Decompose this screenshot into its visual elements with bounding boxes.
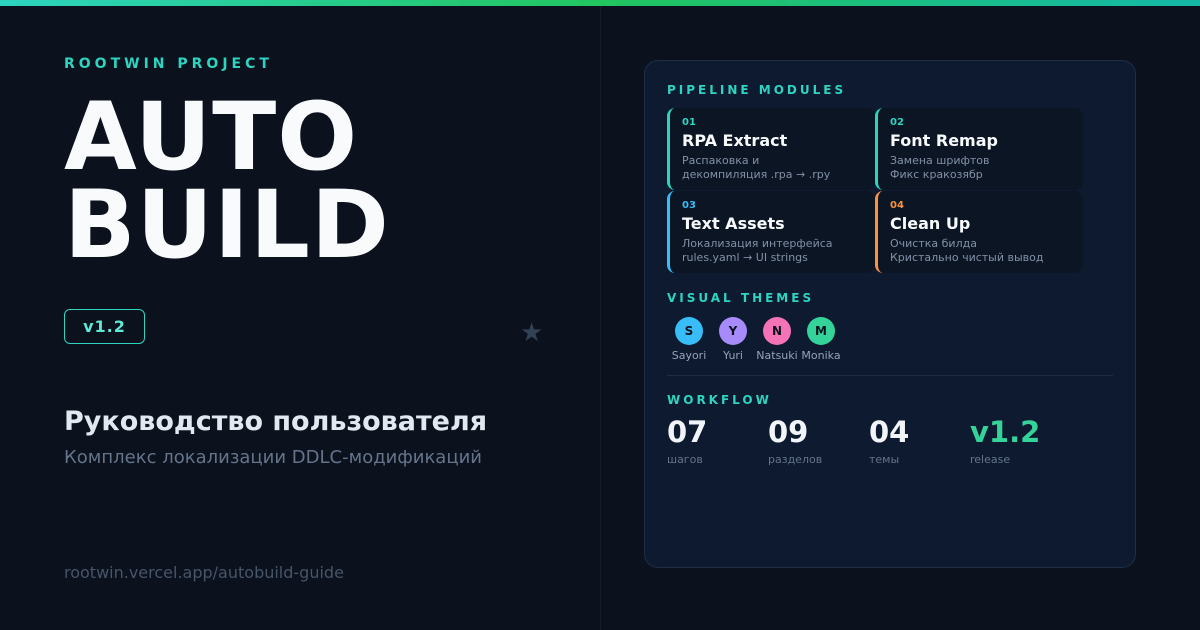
stat-steps: 07 шагов bbox=[667, 415, 767, 466]
star-icon: ★ bbox=[520, 318, 544, 348]
stat-caption: темы bbox=[869, 453, 900, 466]
stat-sections: 09 разделов bbox=[768, 415, 868, 466]
stat-value: 07 bbox=[667, 415, 708, 449]
pipeline-label: PIPELINE MODULES bbox=[667, 83, 847, 97]
stat-caption: release bbox=[970, 453, 1011, 466]
module-description: Локализация интерфейса rules.yaml → UI s… bbox=[682, 237, 863, 265]
hero-title-line-2: BUILD bbox=[64, 171, 390, 280]
intro-column: ROOTWIN PROJECT AUTO BUILD v1.2 ★ Руково… bbox=[0, 6, 600, 630]
module-desc-line-2: Фикс кракозябр bbox=[890, 168, 983, 181]
hero-title-line-1: AUTO bbox=[64, 83, 359, 192]
module-title: Text Assets bbox=[682, 214, 785, 233]
hero-title: AUTO BUILD bbox=[64, 83, 390, 280]
theme-name: Monika bbox=[801, 349, 841, 362]
stat-value: 09 bbox=[768, 415, 809, 449]
column-divider bbox=[600, 6, 601, 630]
panel-separator bbox=[667, 375, 1113, 376]
workflow-label: WORKFLOW bbox=[667, 393, 772, 407]
module-card-clean-up: 04 Clean Up Очистка билда Кристально чис… bbox=[875, 191, 1083, 273]
themes-label: VISUAL THEMES bbox=[667, 291, 815, 305]
stat-caption: разделов bbox=[768, 453, 823, 466]
stat-release: v1.2 release bbox=[970, 415, 1070, 466]
module-title: Font Remap bbox=[890, 131, 998, 150]
module-card-rpa-extract: 01 RPA Extract Распаковка и декомпиляция… bbox=[667, 108, 875, 190]
module-desc-line-2: rules.yaml → UI strings bbox=[682, 251, 808, 264]
module-number: 01 bbox=[682, 117, 696, 128]
module-desc-line-1: Локализация интерфейса bbox=[682, 237, 833, 250]
module-desc-line-2: декомпиляция .rpa → .rpy bbox=[682, 168, 831, 181]
guide-url: rootwin.vercel.app/autobuild-guide bbox=[64, 563, 344, 582]
guide-subtitle: Руководство пользователя bbox=[64, 406, 488, 437]
module-title: RPA Extract bbox=[682, 131, 788, 150]
module-card-font-remap: 02 Font Remap Замена шрифтов Фикс кракоз… bbox=[875, 108, 1083, 190]
module-desc-line-1: Очистка билда bbox=[890, 237, 977, 250]
module-number: 02 bbox=[890, 117, 904, 128]
module-desc-line-2: Кристально чистый вывод bbox=[890, 251, 1044, 264]
project-eyebrow: ROOTWIN PROJECT bbox=[64, 56, 273, 72]
stat-value: 04 bbox=[869, 415, 910, 449]
module-card-text-assets: 03 Text Assets Локализация интерфейса ru… bbox=[667, 191, 875, 273]
module-description: Замена шрифтов Фикс кракозябр bbox=[890, 154, 1071, 182]
info-panel: PIPELINE MODULES 01 RPA Extract Распаков… bbox=[644, 60, 1136, 568]
stat-value: v1.2 bbox=[970, 415, 1041, 449]
version-badge: v1.2 bbox=[64, 309, 145, 344]
module-description: Распаковка и декомпиляция .rpa → .rpy bbox=[682, 154, 863, 182]
module-number: 04 bbox=[890, 200, 904, 211]
module-description: Очистка билда Кристально чистый вывод bbox=[890, 237, 1071, 265]
theme-monika[interactable]: M Monika bbox=[786, 317, 856, 362]
module-title: Clean Up bbox=[890, 214, 971, 233]
module-desc-line-1: Замена шрифтов bbox=[890, 154, 990, 167]
theme-list: S Sayori Y Yuri N Natsuki M Monika bbox=[667, 317, 867, 363]
stat-themes: 04 темы bbox=[869, 415, 969, 466]
theme-avatar: M bbox=[807, 317, 835, 345]
module-desc-line-1: Распаковка и bbox=[682, 154, 760, 167]
stat-caption: шагов bbox=[667, 453, 703, 466]
module-number: 03 bbox=[682, 200, 696, 211]
guide-tagline: Комплекс локализации DDLC-модификаций bbox=[64, 447, 482, 468]
